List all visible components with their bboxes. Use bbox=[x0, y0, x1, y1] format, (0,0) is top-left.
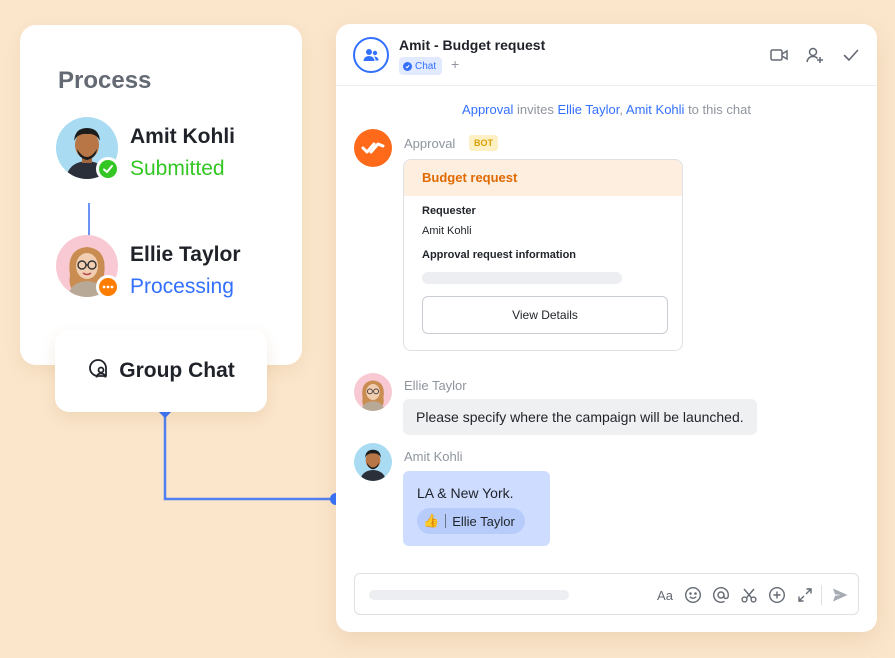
info-placeholder bbox=[422, 272, 622, 284]
group-avatar-icon[interactable] bbox=[353, 37, 389, 73]
process-step-amit[interactable]: Amit Kohli Submitted bbox=[56, 117, 296, 181]
composer-divider bbox=[821, 585, 822, 605]
message-bubble[interactable]: Please specify where the campaign will b… bbox=[403, 399, 757, 435]
system-suffix: to this chat bbox=[688, 102, 751, 117]
step-name: Amit Kohli bbox=[130, 125, 235, 148]
chat-type-tag: Chat bbox=[399, 57, 443, 75]
processing-dots-icon bbox=[96, 275, 120, 299]
view-details-button[interactable]: View Details bbox=[422, 296, 668, 334]
reaction-divider bbox=[445, 514, 447, 528]
message-bubble[interactable]: LA & New York. 👍 Ellie Taylor bbox=[403, 471, 550, 546]
requester-value: Amit Kohli bbox=[422, 225, 472, 237]
process-card: Process Amit Kohli Submitted Ellie Taylo… bbox=[20, 25, 302, 365]
chat-tag-label: Chat bbox=[415, 60, 437, 72]
check-icon[interactable] bbox=[841, 45, 861, 65]
chat-header: Amit - Budget request Chat + bbox=[336, 24, 877, 86]
reaction-user: Ellie Taylor bbox=[452, 513, 515, 529]
info-label: Approval request information bbox=[422, 249, 577, 261]
chat-window: Amit - Budget request Chat + Approval in… bbox=[336, 24, 877, 632]
process-title: Process bbox=[58, 67, 152, 94]
send-icon[interactable] bbox=[830, 585, 850, 605]
group-chat-icon bbox=[87, 357, 111, 386]
step-status: Submitted bbox=[130, 157, 225, 180]
expand-icon[interactable] bbox=[795, 585, 815, 605]
group-chat-button[interactable]: Group Chat bbox=[55, 330, 267, 412]
chat-title: Amit - Budget request bbox=[399, 37, 546, 53]
add-member-icon[interactable] bbox=[805, 45, 825, 65]
message-text: LA & New York. bbox=[417, 485, 514, 501]
thumbs-up-icon: 👍 bbox=[423, 513, 440, 528]
message-composer[interactable]: Aa bbox=[354, 573, 859, 615]
system-invitee-link[interactable]: Ellie Taylor bbox=[557, 102, 619, 117]
system-actor-link[interactable]: Approval bbox=[462, 102, 513, 117]
message-sender: Amit Kohli bbox=[404, 449, 463, 464]
step-name: Ellie Taylor bbox=[130, 243, 241, 266]
requester-label: Requester bbox=[422, 205, 476, 217]
scissors-icon[interactable] bbox=[739, 585, 759, 605]
chat-tag-icon bbox=[403, 61, 412, 71]
bot-badge: BOT bbox=[469, 135, 498, 151]
video-call-icon[interactable] bbox=[769, 45, 789, 65]
message-sender: Ellie Taylor bbox=[404, 378, 467, 393]
mention-icon[interactable] bbox=[711, 585, 731, 605]
composer-input-placeholder[interactable] bbox=[369, 590, 569, 600]
process-step-ellie[interactable]: Ellie Taylor Processing bbox=[56, 235, 296, 299]
avatar[interactable] bbox=[354, 373, 392, 411]
add-icon[interactable] bbox=[767, 585, 787, 605]
add-tag-button[interactable]: + bbox=[451, 56, 459, 72]
step-status: Processing bbox=[130, 275, 234, 298]
avatar[interactable] bbox=[354, 443, 392, 481]
emoji-icon[interactable] bbox=[683, 585, 703, 605]
approved-check-icon bbox=[96, 157, 120, 181]
approval-bot-avatar[interactable] bbox=[354, 129, 392, 167]
reaction-chip[interactable]: 👍 Ellie Taylor bbox=[417, 508, 525, 534]
approval-card: Budget request Requester Amit Kohli Appr… bbox=[403, 159, 683, 351]
group-chat-label: Group Chat bbox=[119, 359, 235, 382]
system-verb: invites bbox=[516, 102, 554, 117]
bot-name: Approval bbox=[404, 136, 456, 151]
text-format-button[interactable]: Aa bbox=[655, 585, 675, 605]
system-invitee-link[interactable]: Amit Kohli bbox=[626, 102, 685, 117]
card-title: Budget request bbox=[404, 160, 682, 196]
system-comma: , bbox=[619, 102, 623, 117]
system-message: Approval invites Ellie Taylor, Amit Kohl… bbox=[336, 102, 877, 117]
